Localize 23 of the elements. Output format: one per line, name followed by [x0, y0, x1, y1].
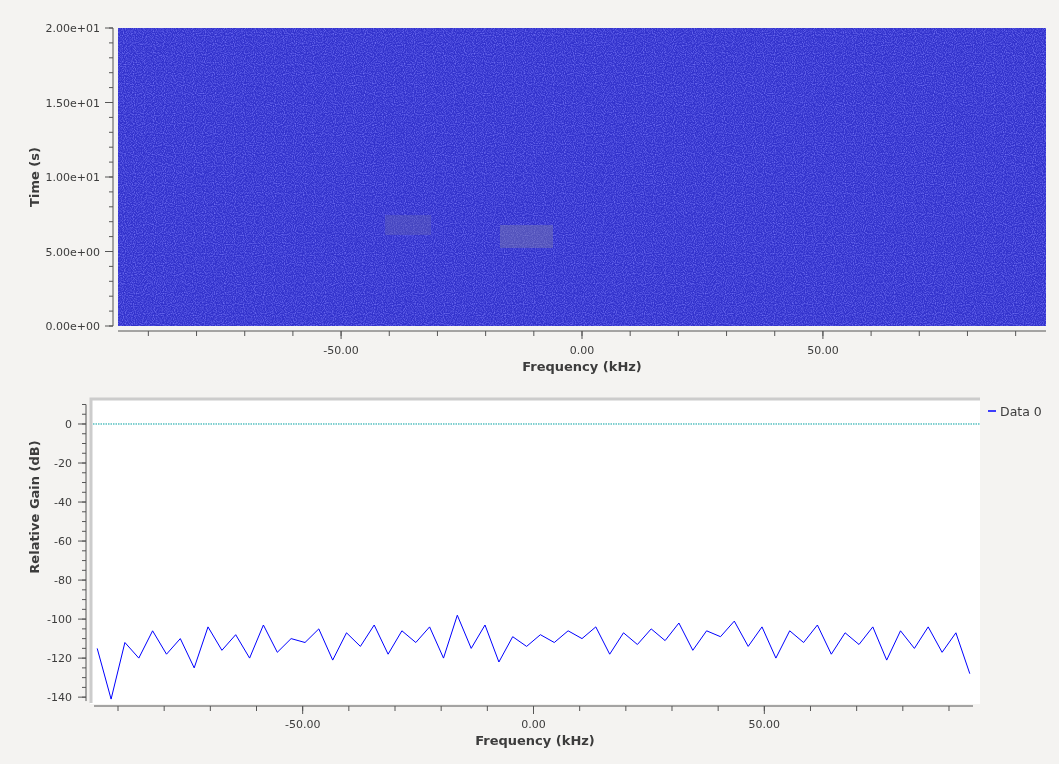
axis-tick-label: 50.00: [807, 344, 839, 357]
axis-title: Frequency (kHz): [522, 359, 642, 374]
axis-tick-label: 0.00: [521, 718, 546, 731]
axis-tick-label: -40: [54, 496, 72, 510]
axis-title: Frequency (kHz): [475, 733, 595, 748]
axis-tick-label: 0.00: [569, 344, 595, 357]
axis-tick-label: -100: [47, 613, 72, 627]
axis-tick-label: 5.00e+00: [45, 245, 100, 259]
axis-tick-label: 50.00: [748, 718, 781, 731]
axis-tick-label: 0.00e+00: [45, 320, 100, 333]
axis-tick-label: 1.50e+01: [45, 96, 100, 110]
axis-title: Time (s): [27, 147, 42, 207]
axis-tick-label: -80: [54, 574, 72, 588]
axis-tick-label: -50.00: [323, 344, 359, 357]
axis-tick-label: -20: [54, 457, 72, 470]
axis-tick-label: -120: [47, 652, 72, 666]
axis-tick-label: 2.00e+01: [45, 22, 100, 35]
axis-tick-label: -60: [54, 535, 72, 549]
axis-tick-label: 1.00e+01: [45, 171, 100, 184]
axis-tick-label: -50.00: [284, 718, 321, 731]
axis-tick-label: 0: [65, 418, 72, 431]
axis-title: Relative Gain (dB): [27, 440, 42, 574]
axis-tick-label: -140: [47, 691, 72, 705]
